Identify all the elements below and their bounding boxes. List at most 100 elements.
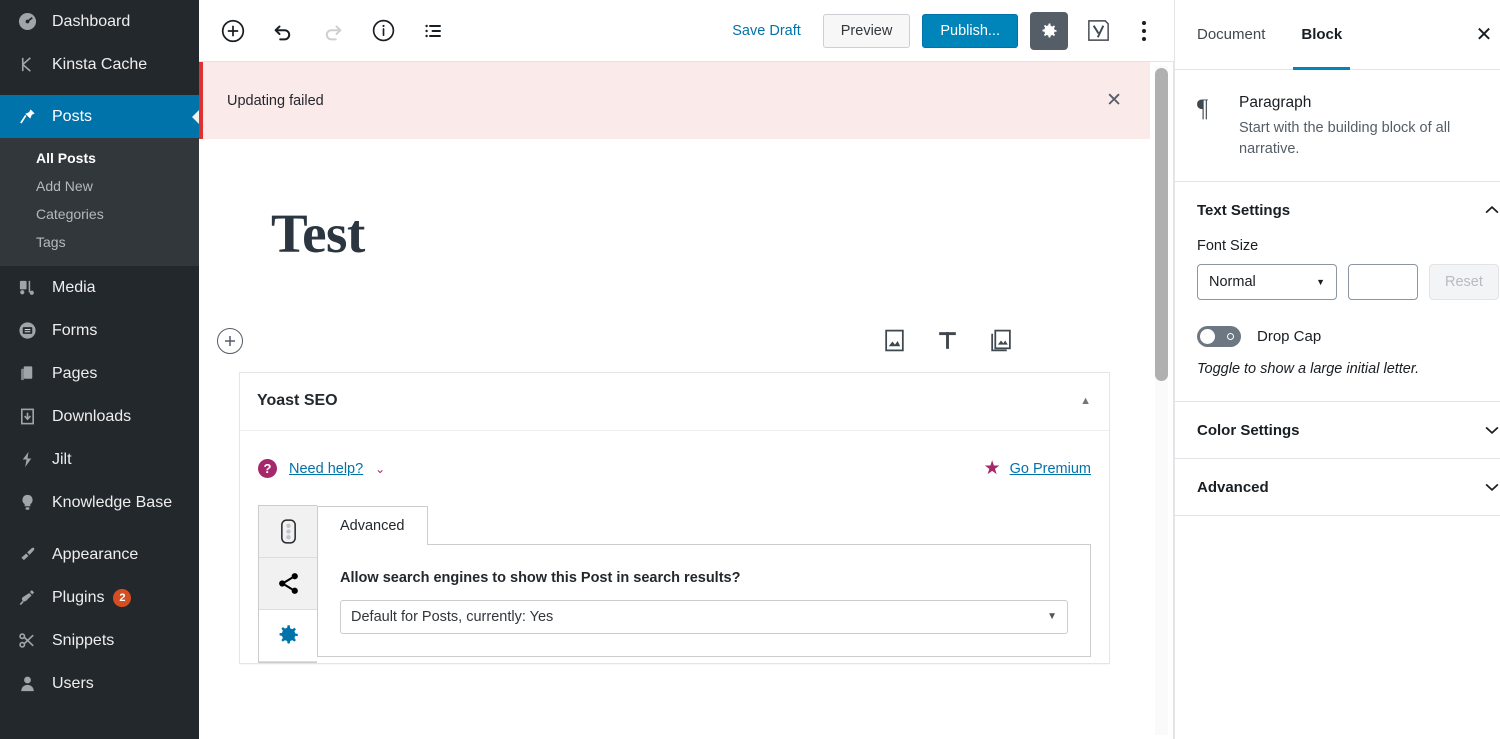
redo-button[interactable] xyxy=(315,13,351,49)
chevron-down-icon[interactable] xyxy=(1482,477,1500,497)
yoast-tab-advanced[interactable]: Advanced xyxy=(317,506,428,545)
sidebar-item-jilt[interactable]: Jilt xyxy=(0,438,199,481)
editor-toolbar: Save Draft Preview Publish... xyxy=(199,0,1174,62)
yoast-collapse-toggle-icon[interactable]: ▲ xyxy=(1080,395,1091,407)
media-icon xyxy=(10,278,44,297)
sidebar-item-label: Pages xyxy=(44,365,97,383)
yoast-advanced-panel: Allow search engines to show this Post i… xyxy=(317,545,1091,657)
preview-button[interactable]: Preview xyxy=(823,14,911,48)
yoast-rail-social[interactable] xyxy=(259,558,317,610)
add-block-button[interactable] xyxy=(215,13,251,49)
editor-main: Save Draft Preview Publish... xyxy=(199,0,1174,739)
submenu-item-all-posts[interactable]: All Posts xyxy=(0,144,199,172)
editor-canvas: Updating failed ✕ Test xyxy=(199,62,1150,739)
advanced-header[interactable]: Advanced xyxy=(1175,459,1500,515)
yoast-rail-seo-analysis[interactable] xyxy=(259,506,317,558)
sidebar-item-label: Snippets xyxy=(44,632,114,650)
color-settings-header[interactable]: Color Settings xyxy=(1175,402,1500,458)
sidebar-item-media[interactable]: Media xyxy=(0,266,199,309)
text-settings-header[interactable]: Text Settings xyxy=(1175,182,1500,238)
settings-button[interactable] xyxy=(1030,12,1068,50)
sidebar-item-label: Appearance xyxy=(44,546,138,564)
font-size-reset-button[interactable]: Reset xyxy=(1429,264,1499,300)
kebab-dot xyxy=(1142,21,1146,25)
font-size-number-input[interactable] xyxy=(1348,264,1418,300)
search-engines-question-label: Allow search engines to show this Post i… xyxy=(340,570,1068,586)
search-engines-select-value: Default for Posts, currently: Yes xyxy=(351,609,553,625)
kebab-dot xyxy=(1142,29,1146,33)
tab-block[interactable]: Block xyxy=(1283,0,1360,69)
gallery-block-icon[interactable] xyxy=(988,328,1013,353)
notice-message: Updating failed xyxy=(227,93,324,109)
sidebar-item-pages[interactable]: Pages xyxy=(0,352,199,395)
block-card-description: Start with the building block of all nar… xyxy=(1239,118,1500,159)
download-icon xyxy=(10,407,44,426)
toggle-knob xyxy=(1200,329,1215,344)
editor-scrollbar[interactable] xyxy=(1150,62,1174,739)
sidebar-item-appearance[interactable]: Appearance xyxy=(0,533,199,576)
scrollbar-thumb[interactable] xyxy=(1155,68,1168,381)
inline-inserter-button[interactable] xyxy=(217,328,243,354)
image-block-icon[interactable] xyxy=(882,328,907,353)
more-options-button[interactable] xyxy=(1128,13,1160,49)
help-question-icon: ? xyxy=(258,459,277,478)
settings-inspector-sidebar: Document Block ✕ ¶ Paragraph Start with … xyxy=(1174,0,1500,739)
submenu-item-categories[interactable]: Categories xyxy=(0,200,199,228)
sidebar-item-label: Downloads xyxy=(44,408,131,426)
yoast-metabox-header[interactable]: Yoast SEO ▲ xyxy=(240,373,1109,431)
sidebar-item-label: Plugins xyxy=(44,589,104,607)
advanced-section: Advanced xyxy=(1175,459,1500,516)
go-premium-link[interactable]: Go Premium xyxy=(1010,461,1091,477)
tab-document[interactable]: Document xyxy=(1197,0,1283,69)
updating-failed-notice: Updating failed ✕ xyxy=(199,62,1150,139)
yoast-sidebar-button[interactable] xyxy=(1080,13,1116,49)
sidebar-item-posts[interactable]: Posts xyxy=(0,95,199,138)
sidebar-item-downloads[interactable]: Downloads xyxy=(0,395,199,438)
chevron-up-icon[interactable] xyxy=(1482,200,1500,220)
font-size-label: Font Size xyxy=(1197,238,1500,254)
sidebar-item-kinsta-cache[interactable]: Kinsta Cache xyxy=(0,43,199,86)
chevron-down-icon: ▼ xyxy=(1316,277,1325,287)
sidebar-item-label: Jilt xyxy=(44,451,72,469)
yoast-tab-list: Advanced xyxy=(317,505,1091,545)
paragraph-block-icon: ¶ xyxy=(1197,94,1223,159)
sidebar-item-plugins[interactable]: Plugins 2 xyxy=(0,576,199,619)
pin-icon xyxy=(10,107,44,126)
drop-cap-toggle[interactable] xyxy=(1197,326,1241,347)
yoast-metabox-body: ? Need help? ⌄ ★ Go Premium xyxy=(240,431,1109,663)
sidebar-item-dashboard[interactable]: Dashboard xyxy=(0,0,199,43)
sidebar-item-knowledge-base[interactable]: Knowledge Base xyxy=(0,481,199,524)
publish-button[interactable]: Publish... xyxy=(922,14,1018,48)
content-info-button[interactable] xyxy=(365,13,401,49)
submenu-item-tags[interactable]: Tags xyxy=(0,228,199,256)
color-settings-section: Color Settings xyxy=(1175,402,1500,459)
yoast-tab-content: Advanced Allow search engines to show th… xyxy=(317,505,1091,663)
post-title-input[interactable]: Test xyxy=(271,139,1078,265)
submenu-item-add-new[interactable]: Add New xyxy=(0,172,199,200)
sidebar-item-forms[interactable]: Forms xyxy=(0,309,199,352)
drop-cap-help-text: Toggle to show a large initial letter. xyxy=(1197,361,1500,377)
sidebar-divider xyxy=(0,524,199,533)
sidebar-item-label: Dashboard xyxy=(44,13,130,31)
need-help-link[interactable]: Need help? xyxy=(289,461,363,477)
paintbrush-icon xyxy=(10,545,44,564)
block-navigation-button[interactable] xyxy=(415,13,451,49)
close-sidebar-button[interactable]: ✕ xyxy=(1466,0,1500,69)
chevron-down-icon[interactable]: ⌄ xyxy=(375,462,385,476)
save-draft-button[interactable]: Save Draft xyxy=(722,17,811,45)
search-engines-select[interactable]: Default for Posts, currently: Yes ▼ xyxy=(340,600,1068,634)
chevron-down-icon: ▼ xyxy=(1047,611,1057,622)
sidebar-item-snippets[interactable]: Snippets xyxy=(0,619,199,662)
font-size-select[interactable]: Normal ▼ xyxy=(1197,264,1337,300)
sidebar-item-users[interactable]: Users xyxy=(0,662,199,705)
yoast-rail-advanced[interactable] xyxy=(259,610,317,662)
chevron-down-icon[interactable] xyxy=(1482,420,1500,440)
sidebar-item-label: Forms xyxy=(44,322,97,340)
sidebar-item-label: Users xyxy=(44,675,94,693)
toolbar-right-group: Save Draft Preview Publish... xyxy=(722,12,1160,50)
undo-button[interactable] xyxy=(265,13,301,49)
paragraph-block-icon[interactable] xyxy=(935,328,960,353)
dashboard-icon xyxy=(10,12,44,31)
notice-dismiss-button[interactable]: ✕ xyxy=(1100,85,1128,116)
yoast-metabox-title: Yoast SEO xyxy=(257,392,338,410)
